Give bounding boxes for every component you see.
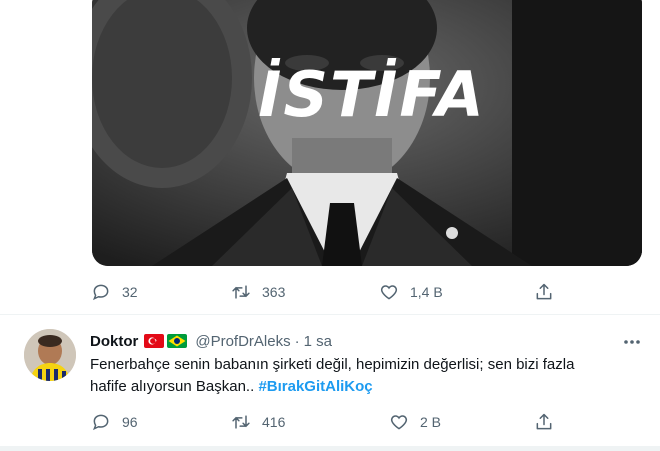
tweet-text-line1: Fenerbahçe senin babanın şirketi değil, … — [90, 356, 575, 373]
tweet-text: Fenerbahçe senin babanın şirketi değil, … — [90, 354, 638, 398]
share-icon — [533, 411, 555, 433]
like-button[interactable]: 1,4 B — [378, 280, 443, 304]
share-button[interactable] — [533, 280, 555, 304]
brazil-flag-icon — [167, 334, 188, 348]
retweet-icon — [230, 411, 252, 433]
author-name[interactable]: Doktor — [90, 333, 138, 350]
like-icon — [388, 411, 410, 433]
turkey-flag-icon — [144, 334, 165, 348]
tweet-divider — [0, 314, 660, 315]
more-icon — [623, 332, 641, 350]
tweet-text-line2-body: hafife alıyorsun Başkan.. — [90, 378, 255, 395]
author-handle[interactable]: @ProfDrAleks — [195, 333, 290, 350]
reply-icon — [90, 411, 112, 433]
timestamp[interactable]: 1 sa — [304, 333, 332, 350]
reply-button[interactable]: 32 — [90, 280, 138, 304]
reply-button[interactable]: 96 — [90, 410, 138, 434]
reply-count: 96 — [122, 414, 138, 430]
like-icon — [378, 281, 400, 303]
share-button[interactable] — [533, 410, 555, 434]
retweet-count: 363 — [262, 284, 286, 300]
tweet-text-line2: hafife alıyorsun Başkan.. #BırakGitAliKo… — [90, 376, 638, 398]
more-options-button[interactable] — [620, 330, 644, 352]
like-count: 1,4 B — [410, 284, 443, 300]
tweet-media-image[interactable]: İSTİFA — [92, 0, 642, 266]
retweet-icon — [230, 281, 252, 303]
like-button[interactable]: 2 B — [388, 410, 441, 434]
retweet-count: 416 — [262, 414, 286, 430]
share-icon — [533, 281, 555, 303]
tweet2-action-bar: 96 416 2 B — [90, 410, 560, 434]
tweet2-header: Doktor @ProfDrAleks · 1 sa — [90, 330, 332, 352]
separator-dot: · — [294, 332, 300, 350]
bottom-divider — [0, 446, 660, 451]
like-count: 2 B — [420, 414, 442, 430]
hashtag-link[interactable]: #BırakGitAliKoç — [258, 378, 372, 395]
avatar[interactable] — [24, 329, 76, 381]
retweet-button[interactable]: 416 — [230, 410, 285, 434]
media-caption: İSTİFA — [258, 58, 486, 131]
reply-count: 32 — [122, 284, 138, 300]
reply-icon — [90, 281, 112, 303]
retweet-button[interactable]: 363 — [230, 280, 285, 304]
tweet1-action-bar: 32 363 1,4 B — [90, 280, 560, 304]
